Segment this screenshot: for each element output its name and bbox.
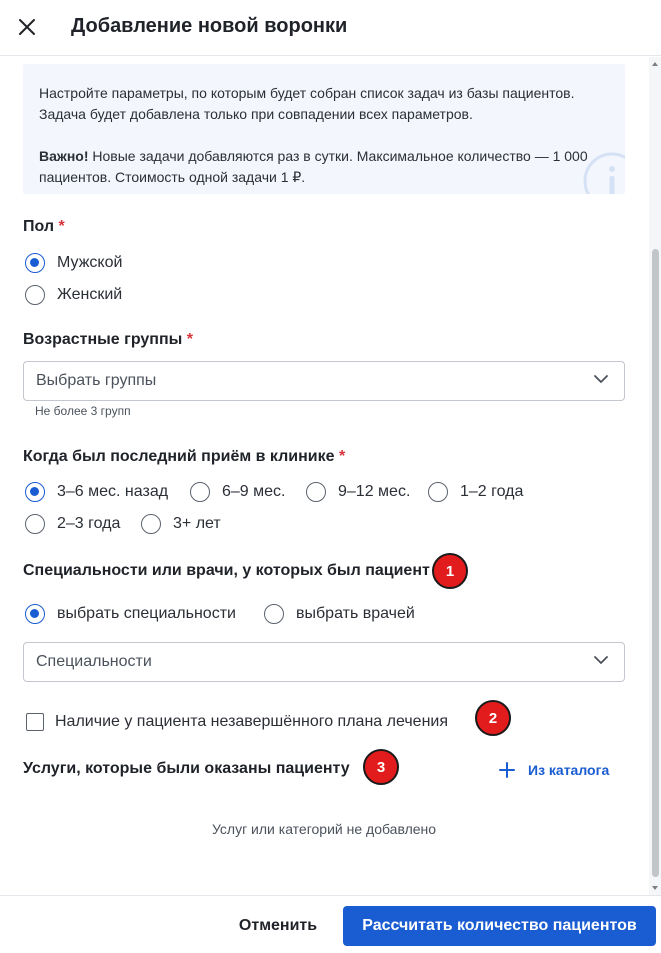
last-visit-radio-1-2[interactable]: 1–2 года — [428, 481, 523, 503]
annotation-badge-3: 3 — [363, 749, 399, 785]
gender-label: Пол * — [23, 218, 65, 236]
radio-label: выбрать врачей — [296, 605, 415, 622]
radio-label: 9–12 мес. — [338, 483, 411, 500]
scrollbar[interactable] — [649, 57, 661, 895]
required-mark: * — [58, 218, 65, 235]
radio-circle — [25, 253, 45, 273]
age-groups-select[interactable]: Выбрать группы — [23, 361, 625, 401]
scroll-down-icon[interactable] — [652, 886, 658, 890]
add-from-catalog-button[interactable]: Из каталога — [498, 761, 609, 779]
annotation-badge-2: 2 — [475, 700, 511, 736]
info-banner: Настройте параметры, по которым будет со… — [23, 64, 625, 194]
radio-circle — [428, 482, 448, 502]
checkbox-box — [26, 713, 44, 731]
age-groups-hint: Не более 3 групп — [35, 404, 131, 418]
select-placeholder: Специальности — [36, 653, 152, 670]
info-note: Новые задачи добавляются раз в сутки. Ма… — [39, 148, 588, 185]
last-visit-label-text: Когда был последний приём в клинике — [23, 448, 335, 465]
last-visit-radio-3plus[interactable]: 3+ лет — [141, 513, 221, 535]
radio-circle — [264, 604, 284, 624]
last-visit-radio-2-3[interactable]: 2–3 года — [25, 513, 120, 535]
last-visit-radio-6-9[interactable]: 6–9 мес. — [190, 481, 285, 503]
checkbox-label: Наличие у пациента незавершённого плана … — [55, 713, 448, 730]
scrollbar-thumb[interactable] — [652, 249, 659, 877]
radio-circle — [190, 482, 210, 502]
radio-label: выбрать специальности — [57, 605, 236, 622]
info-icon — [583, 152, 625, 194]
specialties-label: Специальности или врачи, у которых был п… — [23, 562, 430, 579]
radio-label: 3–6 мес. назад — [57, 483, 169, 500]
radio-label: Мужской — [57, 254, 123, 271]
chevron-down-icon — [594, 375, 608, 383]
radio-circle — [25, 482, 45, 502]
dialog-title: Добавление новой воронки — [71, 15, 348, 37]
radio-label: 2–3 года — [57, 515, 121, 532]
info-text: Настройте параметры, по которым будет со… — [39, 83, 599, 188]
dialog-footer: Отменить Рассчитать количество пациентов — [0, 895, 661, 953]
radio-circle — [25, 285, 45, 305]
age-groups-label-text: Возрастные группы — [23, 331, 183, 348]
chevron-down-icon — [594, 656, 608, 664]
info-paragraph-1: Настройте параметры, по которым будет со… — [39, 85, 575, 122]
annotation-badge-1: 1 — [432, 553, 468, 589]
last-visit-radio-3-6[interactable]: 3–6 мес. назад — [25, 481, 168, 503]
cancel-button[interactable]: Отменить — [224, 906, 332, 946]
age-groups-label: Возрастные группы * — [23, 331, 193, 349]
last-visit-label: Когда был последний приём в клинике * — [23, 448, 345, 466]
radio-circle — [141, 514, 161, 534]
plus-icon — [499, 762, 515, 778]
required-mark: * — [338, 448, 346, 465]
select-placeholder: Выбрать группы — [36, 372, 157, 389]
services-label: Услуги, которые были оказаны пациенту — [23, 760, 350, 777]
dialog-body: Настройте параметры, по которым будет со… — [0, 57, 648, 895]
specialties-select[interactable]: Специальности — [23, 642, 625, 682]
specialties-radio-doctors[interactable]: выбрать врачей — [264, 603, 415, 625]
treatment-plan-checkbox[interactable]: Наличие у пациента незавершённого плана … — [26, 713, 448, 731]
gender-radio-female[interactable]: Женский — [25, 284, 122, 306]
radio-label: 3+ лет — [173, 515, 221, 532]
radio-circle — [25, 514, 45, 534]
close-button[interactable] — [14, 14, 40, 40]
radio-circle — [306, 482, 326, 502]
gender-label-text: Пол — [23, 218, 55, 235]
specialties-radio-specialties[interactable]: выбрать специальности — [25, 603, 236, 625]
services-empty-state: Услуг или категорий не добавлено — [211, 821, 437, 837]
info-paragraph-2: Важно! Новые задачи добавляются раз в су… — [39, 146, 599, 188]
radio-label: 6–9 мес. — [222, 483, 286, 500]
catalog-button-label: Из каталога — [528, 762, 610, 778]
calculate-patients-button[interactable]: Рассчитать количество пациентов — [343, 906, 656, 946]
gender-radio-male[interactable]: Мужской — [25, 252, 122, 274]
scroll-up-icon[interactable] — [652, 62, 658, 66]
important-label: Важно! — [39, 148, 89, 164]
dialog-header: Добавление новой воронки — [0, 0, 661, 56]
radio-label: Женский — [57, 286, 123, 303]
required-mark: * — [186, 331, 193, 348]
radio-label: 1–2 года — [460, 483, 524, 500]
close-icon — [19, 19, 35, 35]
last-visit-radio-9-12[interactable]: 9–12 мес. — [306, 481, 410, 503]
radio-circle — [25, 604, 45, 624]
